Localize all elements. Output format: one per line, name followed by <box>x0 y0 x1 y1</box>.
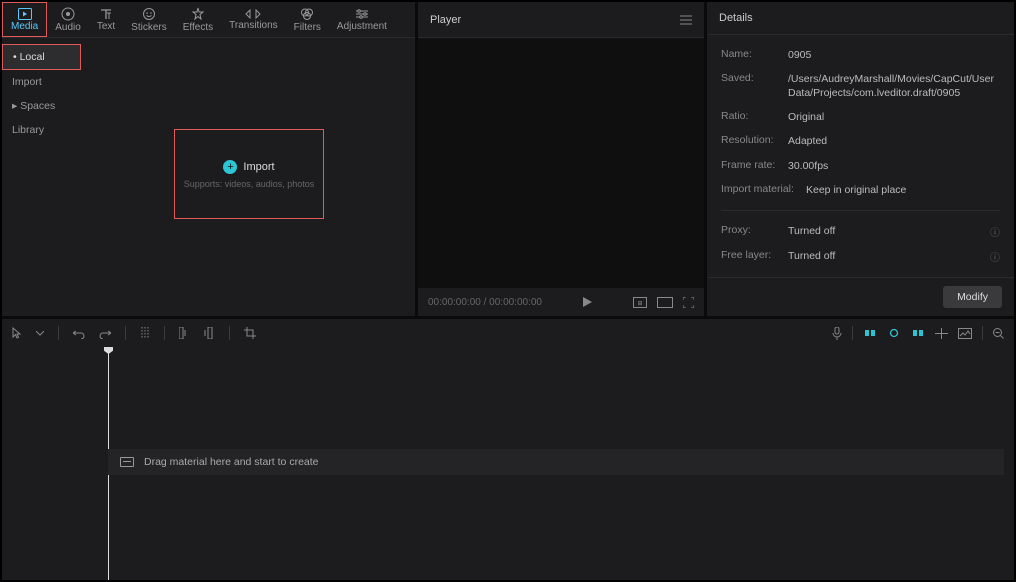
tab-label: Text <box>97 21 115 32</box>
tab-transitions[interactable]: Transitions <box>221 2 286 37</box>
player-menu-icon[interactable] <box>680 15 692 25</box>
split-icon[interactable] <box>140 327 150 339</box>
tab-label: Stickers <box>131 22 167 33</box>
sidebar-item-import[interactable]: Import <box>2 70 81 94</box>
detail-label-resolution: Resolution: <box>721 134 788 148</box>
mic-icon[interactable] <box>832 327 842 340</box>
tab-stickers[interactable]: Stickers <box>123 2 175 37</box>
timeline-panel: Drag material here and start to create <box>2 316 1014 580</box>
media-panel: Media Audio Text Stickers Effects Transi… <box>2 2 418 316</box>
delete-left-icon[interactable] <box>179 327 190 339</box>
ratio-icon[interactable]: ⊞ <box>633 297 647 308</box>
detail-value-importmat: Keep in original place <box>806 183 1000 197</box>
crop-icon[interactable] <box>244 327 256 339</box>
play-button[interactable] <box>583 297 592 307</box>
drag-hint-text: Drag material here and start to create <box>144 456 319 468</box>
player-controls: 00:00:00:00 / 00:00:00:00 ⊞ <box>418 288 704 316</box>
player-viewport[interactable] <box>418 38 704 288</box>
import-subtext: Supports: videos, audios, photos <box>184 179 315 189</box>
stickers-icon <box>142 7 156 21</box>
svg-text:⊞: ⊞ <box>637 301 642 307</box>
media-content-area: + Import Supports: videos, audios, photo… <box>81 38 415 316</box>
tab-adjustment[interactable]: Adjustment <box>329 2 395 37</box>
magnet-main-icon[interactable] <box>863 328 877 338</box>
tab-media[interactable]: Media <box>2 2 47 37</box>
detail-value-ratio: Original <box>788 110 1000 124</box>
filters-icon <box>300 7 314 21</box>
magnet-track-icon[interactable] <box>911 328 925 338</box>
tab-label: Effects <box>183 22 213 33</box>
zoom-out-icon[interactable] <box>993 328 1004 339</box>
adjustment-icon <box>355 8 369 20</box>
magnet-link-icon[interactable] <box>887 328 901 338</box>
plus-icon: + <box>223 160 237 174</box>
detail-value-saved: /Users/AudreyMarshall/Movies/CapCut/User… <box>788 72 1000 100</box>
media-icon <box>18 8 32 20</box>
detail-value-proxy: Turned off <box>788 224 990 239</box>
transitions-icon <box>245 9 261 19</box>
tab-label: Audio <box>55 22 81 33</box>
timeline-drag-hint[interactable]: Drag material here and start to create <box>108 449 1004 475</box>
sidebar-item-local[interactable]: • Local <box>2 44 81 70</box>
tab-label: Media <box>11 21 38 32</box>
preview-axis-icon[interactable] <box>935 328 948 339</box>
tab-filters[interactable]: Filters <box>286 2 329 37</box>
info-icon[interactable]: ⓘ <box>990 249 1000 264</box>
timeline-toolbar <box>2 319 1014 347</box>
tab-label: Adjustment <box>337 21 387 32</box>
tab-text[interactable]: Text <box>89 2 123 37</box>
effects-icon <box>191 7 205 21</box>
tab-label: Transitions <box>229 20 278 31</box>
detail-value-resolution: Adapted <box>788 134 1000 148</box>
chevron-down-icon[interactable] <box>36 331 44 336</box>
tab-audio[interactable]: Audio <box>47 2 89 37</box>
clip-icon <box>120 457 134 467</box>
detail-label-freelayer: Free layer: <box>721 249 788 264</box>
timeline-track-headers <box>2 347 108 580</box>
sidebar-item-library[interactable]: Library <box>2 118 81 142</box>
sidebar-item-spaces[interactable]: ▸ Spaces <box>2 94 81 118</box>
details-panel: Details Name:0905 Saved:/Users/AudreyMar… <box>707 2 1014 316</box>
detail-value-freelayer: Turned off <box>788 249 990 264</box>
cursor-tool-icon[interactable] <box>12 327 22 339</box>
detail-label-ratio: Ratio: <box>721 110 788 124</box>
details-title: Details <box>719 12 753 24</box>
text-icon <box>99 8 113 20</box>
cover-icon[interactable] <box>958 328 972 339</box>
tab-label: Filters <box>294 22 321 33</box>
modify-button[interactable]: Modify <box>943 286 1002 308</box>
info-icon[interactable]: ⓘ <box>990 224 1000 239</box>
redo-icon[interactable] <box>99 328 111 339</box>
undo-icon[interactable] <box>73 328 85 339</box>
delete-right-icon[interactable] <box>204 327 215 339</box>
media-sidebar: • Local Import ▸ Spaces Library <box>2 38 81 316</box>
detail-value-name: 0905 <box>788 48 1000 62</box>
detail-value-framerate: 30.00fps <box>788 159 1000 173</box>
detail-label-saved: Saved: <box>721 72 788 100</box>
timeline-tracks[interactable]: Drag material here and start to create <box>108 347 1014 580</box>
player-panel: Player 00:00:00:00 / 00:00:00:00 ⊞ <box>418 2 707 316</box>
detail-label-framerate: Frame rate: <box>721 159 788 173</box>
player-timecode: 00:00:00:00 / 00:00:00:00 <box>428 297 542 308</box>
import-dropzone[interactable]: + Import Supports: videos, audios, photo… <box>174 129 324 219</box>
detail-label-proxy: Proxy: <box>721 224 788 239</box>
player-title: Player <box>430 14 461 26</box>
import-label: Import <box>243 161 274 173</box>
audio-icon <box>61 7 75 21</box>
top-tabs: Media Audio Text Stickers Effects Transi… <box>2 2 415 38</box>
tab-effects[interactable]: Effects <box>175 2 221 37</box>
detail-label-importmat: Import material: <box>721 183 806 197</box>
detail-label-name: Name: <box>721 48 788 62</box>
fullscreen-icon[interactable] <box>683 297 694 308</box>
preview-quality-icon[interactable] <box>657 297 673 308</box>
